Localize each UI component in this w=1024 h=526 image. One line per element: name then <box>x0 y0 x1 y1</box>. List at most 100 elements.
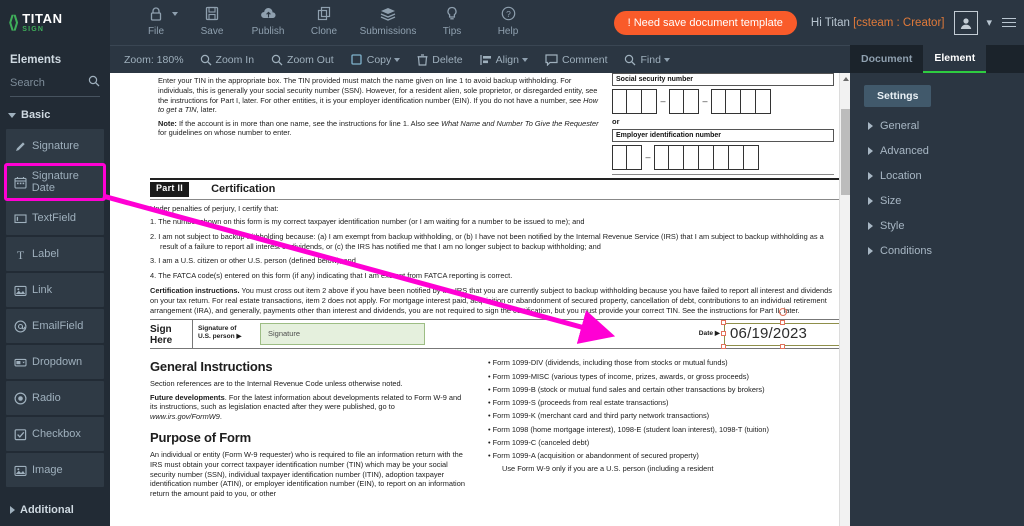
chevron-down-icon <box>663 57 670 62</box>
avatar[interactable] <box>954 10 979 35</box>
toolbar-submissions-label: Submissions <box>359 26 417 37</box>
sidebar-item-label: Label <box>32 248 59 260</box>
ein-label: Employer identification number <box>612 129 834 143</box>
magnifier-icon <box>624 54 640 66</box>
greeting-role: [csteam : Creator] <box>853 16 945 29</box>
sidebar-item-emailfield[interactable]: EmailField <box>6 309 104 343</box>
toolbar-help-button[interactable]: ? Help <box>480 4 536 37</box>
section-label: Style <box>880 220 905 232</box>
section-conditions[interactable]: Conditions <box>850 245 1024 257</box>
hamburger-menu-icon[interactable] <box>1002 17 1016 28</box>
resize-handle-bottom-center[interactable] <box>780 343 785 349</box>
copy-icon <box>351 53 367 66</box>
rotate-handle[interactable] <box>779 307 787 316</box>
resize-handle-middle-left[interactable] <box>721 331 726 337</box>
sidebar-item-image[interactable]: Image <box>6 453 104 487</box>
tab-document[interactable]: Document <box>850 45 923 73</box>
copy-button[interactable]: Copy <box>351 54 401 66</box>
part-ii-title: Certification <box>211 183 276 196</box>
search-input[interactable] <box>10 77 82 89</box>
copy-label: Copy <box>366 53 392 66</box>
toolbar-tips-button[interactable]: Tips <box>424 4 480 37</box>
group-additional-label: Additional <box>20 504 74 516</box>
scroll-up-arrow-icon[interactable] <box>843 77 849 81</box>
cloud-upload-icon <box>260 4 277 23</box>
search-icon[interactable] <box>88 74 100 92</box>
zoom-out-button[interactable]: Zoom Out <box>271 54 334 66</box>
resize-handle-bottom-left[interactable] <box>721 343 726 349</box>
user-menu-chevron-down-icon[interactable]: ▾ <box>986 16 992 29</box>
at-icon <box>14 320 32 333</box>
sidebar-item-dropdown[interactable]: Dropdown <box>6 345 104 379</box>
signature-date-element[interactable]: 06/19/2023 <box>721 307 845 349</box>
need-save-document-template-button[interactable]: ! Need save document template <box>613 10 797 35</box>
svg-text:?: ? <box>506 9 511 19</box>
find-label: Find <box>640 53 661 66</box>
document-canvas[interactable]: Enter your TIN in the appropriate box. T… <box>110 73 850 526</box>
form-bullet: • Form 1099-K (merchant card and third p… <box>488 411 710 421</box>
document-vertical-scrollbar[interactable] <box>839 73 850 526</box>
sidebar-item-label: Signature Date <box>31 170 79 194</box>
form-bullets-tail: Use Form W-9 only if you are a U.S. pers… <box>502 464 714 474</box>
align-icon <box>479 54 496 66</box>
delete-button[interactable]: Delete <box>417 53 463 66</box>
logo-title: TITAN <box>22 11 63 26</box>
greeting-prefix: Hi Titan <box>810 16 854 29</box>
chevron-right-icon <box>868 122 873 130</box>
toolbar-publish-button[interactable]: Publish <box>240 4 296 37</box>
sidebar-item-radio[interactable]: Radio <box>6 381 104 415</box>
find-button[interactable]: Find <box>624 53 670 66</box>
align-button[interactable]: Align <box>479 54 528 66</box>
zoom-out-label: Zoom Out <box>287 53 334 66</box>
toolbar-submissions-button[interactable]: Submissions <box>352 4 424 37</box>
app-logo[interactable]: ⟨⟩ TITAN SIGN <box>0 0 110 45</box>
sidebar-item-link[interactable]: Link <box>6 273 104 307</box>
comment-button[interactable]: Comment <box>545 54 607 66</box>
sidebar-item-label: EmailField <box>32 320 84 332</box>
resize-handle-top-center[interactable] <box>780 319 785 325</box>
signature-field[interactable]: Signature <box>260 323 425 346</box>
delete-label: Delete <box>432 53 463 66</box>
toolbar-file-button[interactable]: File <box>128 4 184 37</box>
tin-instructions-block: Enter your TIN in the appropriate box. T… <box>158 76 601 142</box>
user-greeting: Hi Titan [csteam : Creator] <box>811 17 945 29</box>
sidebar-item-label: Image <box>32 464 63 476</box>
form-bullet: • Form 1099-C (canceled debt) <box>488 437 590 447</box>
toolbar-tips-label: Tips <box>442 26 462 37</box>
tab-element[interactable]: Element <box>923 45 987 73</box>
sidebar-item-signature[interactable]: Signature <box>6 129 104 163</box>
sidebar-item-label[interactable]: T Label <box>6 237 104 271</box>
chevron-right-icon <box>868 222 873 230</box>
section-style[interactable]: Style <box>850 220 1024 232</box>
sign-here-block: Sign Here Signature of U.S. person ▶ Signa… <box>150 307 845 350</box>
zoom-in-button[interactable]: Zoom In <box>200 54 254 66</box>
sidebar-item-textfield[interactable]: TextField <box>6 201 104 235</box>
signature-date-value[interactable]: 06/19/2023 <box>724 322 842 346</box>
group-additional-header[interactable]: Additional <box>0 496 110 526</box>
settings-button[interactable]: Settings <box>864 85 932 107</box>
section-general[interactable]: General <box>850 120 1024 132</box>
scrollbar-thumb[interactable] <box>841 109 850 195</box>
section-label: Advanced <box>880 145 929 157</box>
toolbar-save-button[interactable]: Save <box>184 4 240 37</box>
resize-handle-top-left[interactable] <box>721 319 726 325</box>
toolbar-clone-button[interactable]: Clone <box>296 4 352 37</box>
section-location[interactable]: Location <box>850 170 1024 182</box>
section-label: General <box>880 120 920 132</box>
sidebar-item-label: Radio <box>32 392 61 404</box>
group-basic-header[interactable]: Basic <box>0 97 110 129</box>
chevron-right-icon <box>868 197 873 205</box>
sidebar-item-signature-date[interactable]: Signature Date <box>4 163 106 201</box>
part-ii-badge: Part II <box>150 182 190 197</box>
section-advanced[interactable]: Advanced <box>850 145 1024 157</box>
w9-form-page: Enter your TIN in the appropriate box. T… <box>150 73 845 526</box>
section-size[interactable]: Size <box>850 195 1024 207</box>
ein-dash: – <box>645 151 651 162</box>
elements-sidebar: Elements Basic Signature Signature Date … <box>0 45 110 526</box>
sidebar-item-checkbox[interactable]: Checkbox <box>6 417 104 451</box>
future-developments: Future developments. For the latest info… <box>150 392 462 422</box>
part-ii-header: Part II Certification <box>150 178 842 197</box>
titan-logo-icon: ⟨⟩ <box>8 12 19 32</box>
chevron-down-icon <box>8 112 16 118</box>
image-icon <box>14 464 32 477</box>
